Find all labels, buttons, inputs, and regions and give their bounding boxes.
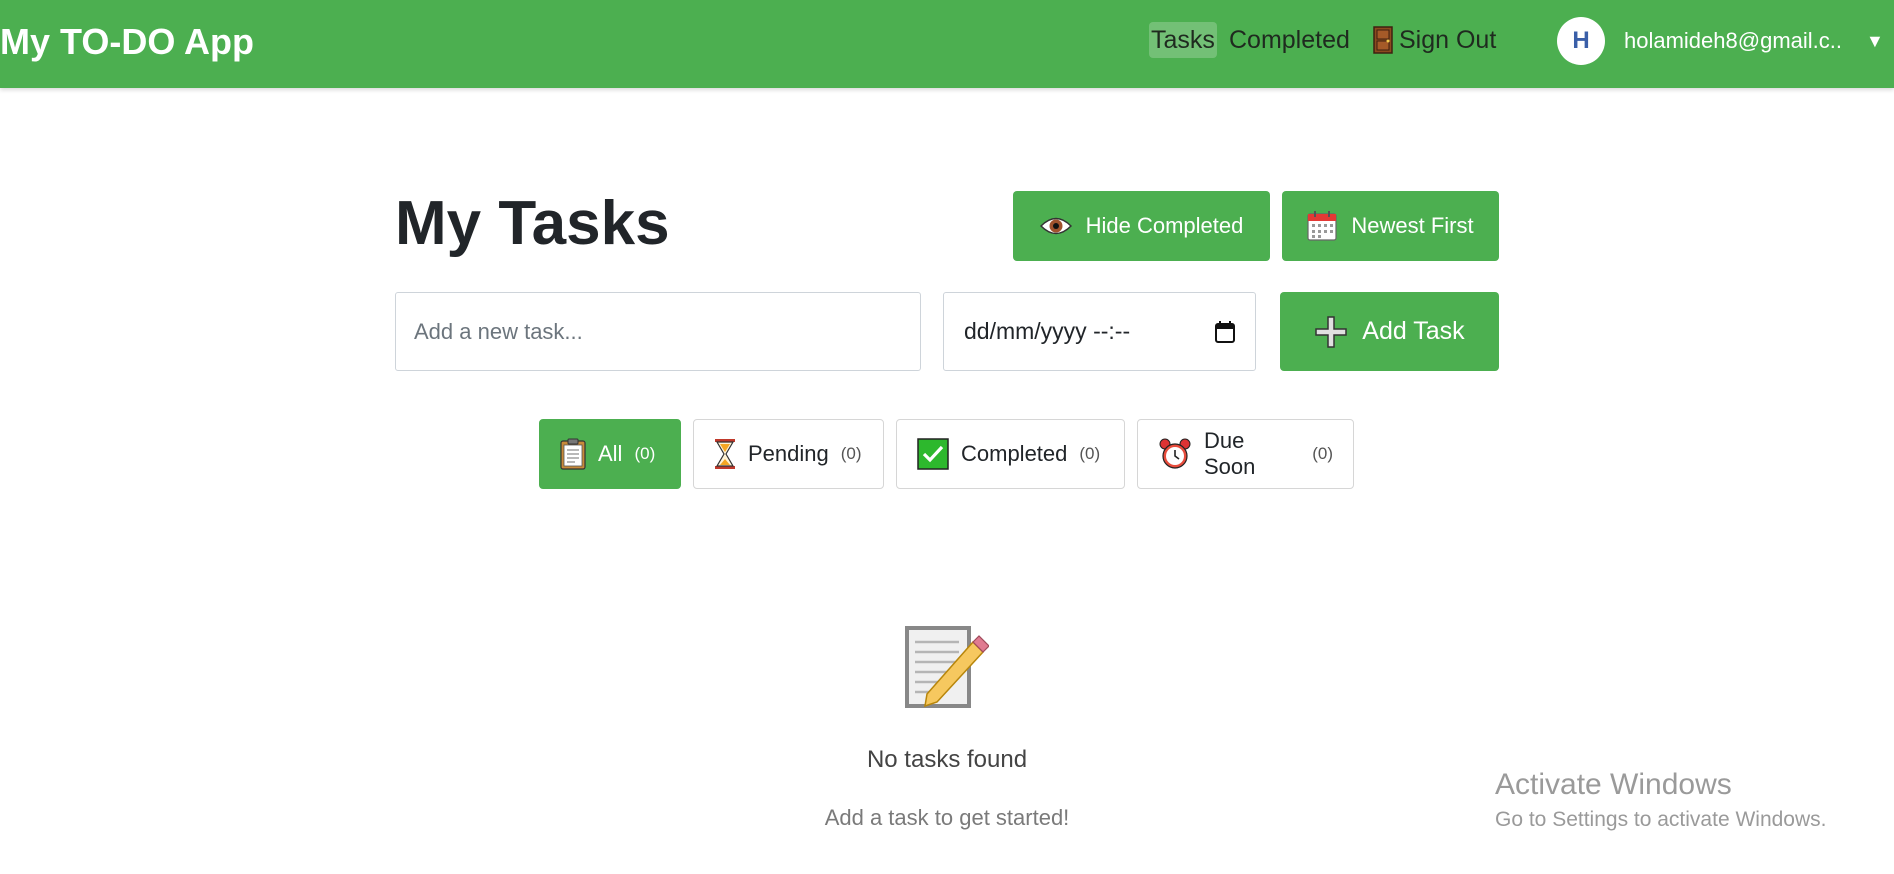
nav-sign-out-link[interactable]: Sign Out	[1371, 22, 1498, 58]
filter-completed-count: (0)	[1079, 444, 1101, 463]
sign-out-label: Sign Out	[1399, 26, 1497, 54]
calendar-icon	[1307, 211, 1337, 241]
filter-pending-label: Pending	[748, 441, 829, 466]
clipboard-icon	[560, 438, 586, 470]
memo-icon	[903, 624, 989, 710]
activation-watermark-title: Activate Windows	[1495, 768, 1732, 801]
add-task-label: Add Task	[1362, 317, 1465, 345]
checkbox-icon	[917, 438, 949, 470]
due-date-input[interactable]: dd/mm/yyyy --:--	[943, 292, 1256, 371]
filter-due-soon[interactable]: Due Soon (0)	[1137, 419, 1354, 489]
filter-all-count: (0)	[634, 444, 656, 463]
due-date-placeholder: dd/mm/yyyy --:--	[964, 318, 1131, 344]
avatar[interactable]: H	[1557, 17, 1605, 65]
filter-pending[interactable]: Pending (0)	[693, 419, 884, 489]
new-task-input[interactable]	[395, 292, 921, 371]
filter-completed-label: Completed	[961, 441, 1068, 466]
hide-completed-button[interactable]: Hide Completed	[1013, 191, 1270, 261]
filter-all[interactable]: All (0)	[539, 419, 681, 489]
filter-due-soon-label: Due Soon	[1204, 428, 1256, 479]
user-email[interactable]: holamideh8@gmail.c...	[1624, 26, 1844, 56]
navbar: My TO-DO App Tasks Completed Sign Out H …	[0, 0, 1894, 88]
add-task-button[interactable]: Add Task	[1280, 292, 1499, 371]
nav-tasks-link[interactable]: Tasks	[1149, 22, 1217, 58]
nav-completed-link[interactable]: Completed	[1227, 22, 1352, 58]
filter-completed[interactable]: Completed (0)	[896, 419, 1125, 489]
calendar-picker-icon[interactable]	[1215, 320, 1235, 343]
activation-watermark-subtitle: Go to Settings to activate Windows.	[1495, 808, 1827, 831]
filter-pending-count: (0)	[840, 444, 862, 463]
filter-all-label: All	[598, 441, 623, 466]
alarm-clock-icon	[1158, 438, 1192, 470]
sort-newest-button[interactable]: Newest First	[1282, 191, 1499, 261]
hide-completed-label: Hide Completed	[1085, 213, 1244, 238]
plus-icon	[1314, 315, 1348, 349]
chevron-down-icon[interactable]: ▼	[1866, 30, 1884, 52]
hourglass-icon	[714, 438, 736, 470]
sort-label: Newest First	[1351, 213, 1474, 238]
door-icon	[1373, 26, 1393, 54]
page-title: My Tasks	[395, 189, 670, 258]
app-brand[interactable]: My TO-DO App	[0, 22, 254, 62]
filter-due-soon-count: (0)	[1312, 444, 1333, 463]
eye-icon	[1039, 215, 1072, 237]
